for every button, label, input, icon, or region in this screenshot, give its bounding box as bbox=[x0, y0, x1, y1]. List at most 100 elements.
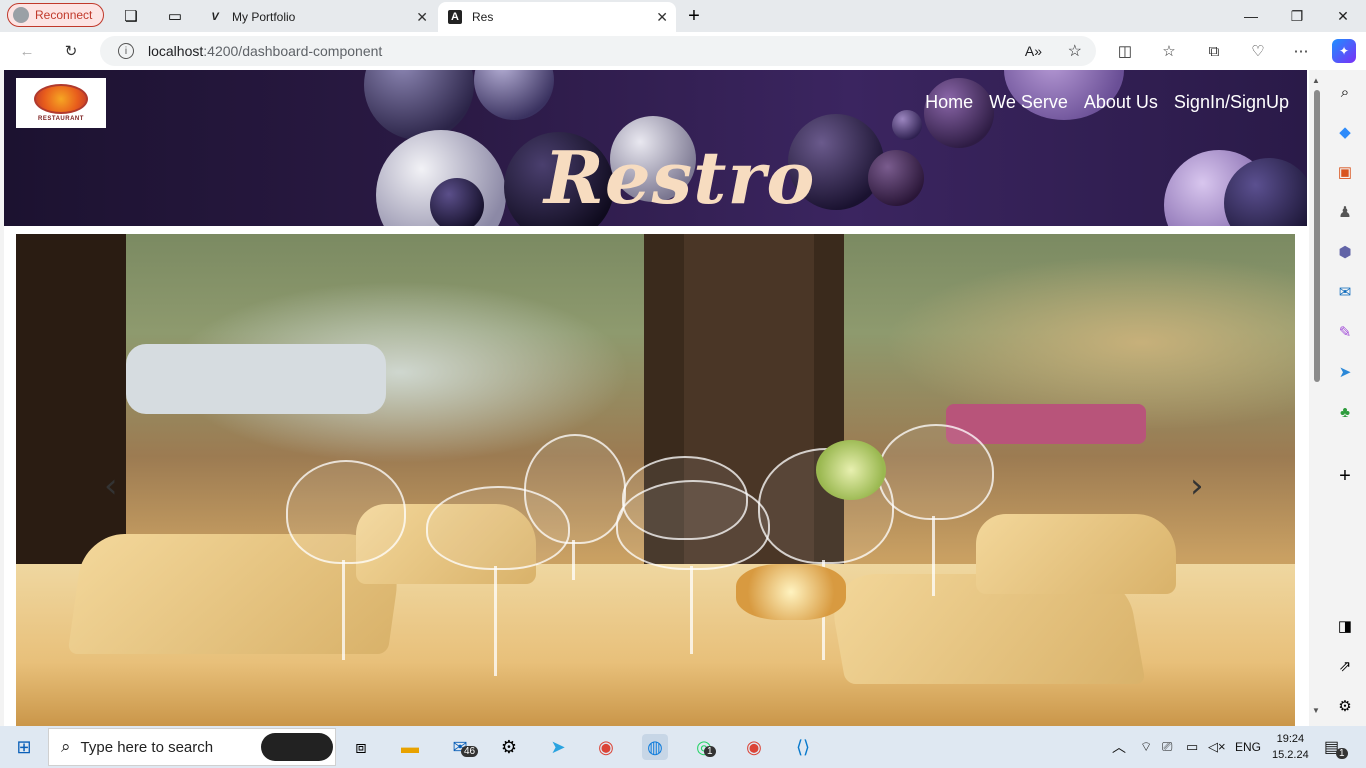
url-host: localhost bbox=[148, 43, 204, 59]
angular-icon: A bbox=[448, 10, 462, 24]
site-info-icon[interactable]: i bbox=[118, 43, 134, 59]
office-icon[interactable]: ⬢ bbox=[1335, 242, 1355, 262]
favorites-icon[interactable]: ☆ bbox=[1158, 40, 1180, 62]
vscode-icon[interactable]: ⟨⟩ bbox=[790, 734, 816, 760]
language-indicator[interactable]: ENG bbox=[1235, 726, 1261, 768]
main-nav: Home We Serve About Us SignIn/SignUp bbox=[925, 92, 1289, 113]
new-tab-icon[interactable]: + bbox=[681, 3, 707, 29]
nav-about-us-link[interactable]: About Us bbox=[1084, 92, 1158, 113]
settings-icon[interactable]: ⚙ bbox=[496, 734, 522, 760]
show-hidden-icons-icon[interactable]: ︿ bbox=[1112, 726, 1126, 768]
back-icon[interactable]: ← bbox=[16, 40, 38, 62]
glass-stem bbox=[342, 560, 345, 660]
flower-vase bbox=[816, 440, 886, 500]
restore-icon[interactable]: ❐ bbox=[1274, 0, 1320, 32]
volume-muted-icon[interactable]: ◁× bbox=[1208, 726, 1226, 768]
mail-badge: 46 bbox=[461, 746, 479, 757]
tree-icon[interactable]: ♣ bbox=[1335, 402, 1355, 422]
close-tab-icon[interactable]: ✕ bbox=[416, 9, 428, 26]
network-icon[interactable]: ⌔ bbox=[1140, 726, 1152, 768]
whatsapp-badge: 1 bbox=[704, 746, 716, 757]
tools-icon[interactable]: ▣ bbox=[1335, 162, 1355, 182]
glass-stem bbox=[494, 566, 497, 676]
scroll-up-icon[interactable]: ▲ bbox=[1312, 76, 1320, 85]
page-viewport: RESTAURANT Home We Serve About Us SignIn… bbox=[4, 70, 1309, 726]
profile-icon bbox=[13, 7, 29, 23]
minimize-icon[interactable]: — bbox=[1228, 0, 1274, 32]
url-field[interactable]: i localhost:4200/dashboard-component A» … bbox=[100, 36, 1096, 66]
hero-header: RESTAURANT Home We Serve About Us SignIn… bbox=[4, 70, 1307, 226]
chrome-icon[interactable]: ◉ bbox=[593, 734, 619, 760]
bubble-decoration bbox=[924, 78, 994, 148]
sidebar-toggle-icon[interactable]: ◨ bbox=[1335, 616, 1355, 636]
taskbar-search-input[interactable]: ⌕ Type here to search bbox=[48, 728, 336, 766]
page-scrollbar[interactable]: ▲ ▼ bbox=[1309, 70, 1325, 726]
refresh-icon[interactable]: ↻ bbox=[60, 40, 82, 62]
bubble-decoration bbox=[868, 150, 924, 206]
image-carousel: ‹ › bbox=[16, 234, 1295, 726]
more-menu-icon[interactable]: ⋯ bbox=[1290, 40, 1312, 62]
meet-now-icon[interactable]: ⎚ bbox=[1162, 726, 1172, 768]
notifications-icon[interactable]: ▤ bbox=[1324, 726, 1339, 768]
scroll-thumb[interactable] bbox=[1314, 90, 1320, 382]
copilot-icon[interactable]: ✦ bbox=[1332, 39, 1356, 63]
games-icon[interactable]: ♟ bbox=[1335, 202, 1355, 222]
candle bbox=[736, 564, 846, 620]
workspaces-icon[interactable]: ❏ bbox=[118, 3, 144, 29]
battery-icon[interactable]: ▭ bbox=[1186, 726, 1198, 768]
car-background bbox=[126, 344, 386, 414]
telegram-icon[interactable]: ➤ bbox=[545, 734, 571, 760]
bubble-decoration bbox=[364, 70, 474, 140]
wine-glass bbox=[286, 460, 406, 564]
wine-glass bbox=[878, 424, 994, 520]
address-bar: ← ↻ i localhost:4200/dashboard-component… bbox=[0, 32, 1366, 70]
scroll-down-icon[interactable]: ▼ bbox=[1312, 706, 1320, 715]
tab-my-portfolio[interactable]: V My Portfolio ✕ bbox=[198, 2, 436, 32]
split-screen-icon[interactable]: ◫ bbox=[1114, 40, 1136, 62]
chrome-profile-icon[interactable]: ◉ bbox=[741, 734, 767, 760]
tab-actions-icon[interactable]: ▭ bbox=[162, 3, 188, 29]
carousel-prev-icon[interactable]: ‹ bbox=[104, 466, 118, 506]
carousel-next-icon[interactable]: › bbox=[1190, 466, 1204, 506]
designer-icon[interactable]: ✎ bbox=[1335, 322, 1355, 342]
outlook-icon[interactable]: ✉ bbox=[1335, 282, 1355, 302]
tab-res[interactable]: A Res ✕ bbox=[438, 2, 676, 32]
portfolio-favicon-icon: V bbox=[211, 11, 219, 23]
edge-sidebar: ⌕ ◆ ▣ ♟ ⬢ ✉ ✎ ➤ ♣ + ◨ ⇗ ⚙ bbox=[1325, 70, 1366, 726]
send-icon[interactable]: ➤ bbox=[1335, 362, 1355, 382]
open-external-icon[interactable]: ⇗ bbox=[1335, 656, 1355, 676]
extensions-icon[interactable]: ♡ bbox=[1247, 40, 1269, 62]
favorite-star-icon[interactable]: ☆ bbox=[1068, 41, 1082, 61]
napkin bbox=[976, 514, 1176, 594]
wine-glass bbox=[616, 480, 770, 570]
shopping-tag-icon[interactable]: ◆ bbox=[1335, 122, 1355, 142]
edge-icon[interactable]: ◍ bbox=[642, 734, 668, 760]
bubble-decoration bbox=[892, 110, 922, 140]
brand-title: Restro bbox=[544, 135, 816, 220]
close-window-icon[interactable]: ✕ bbox=[1320, 0, 1366, 32]
settings-gear-icon[interactable]: ⚙ bbox=[1335, 696, 1355, 716]
logo-text: RESTAURANT bbox=[38, 116, 84, 122]
reconnect-button[interactable]: Reconnect bbox=[7, 3, 104, 27]
nav-signin-signup-link[interactable]: SignIn/SignUp bbox=[1174, 92, 1289, 113]
clock-date: 15.2.24 bbox=[1272, 749, 1309, 761]
close-tab-icon[interactable]: ✕ bbox=[656, 9, 668, 26]
search-placeholder: Type here to search bbox=[80, 738, 214, 756]
nav-home-link[interactable]: Home bbox=[925, 92, 973, 113]
task-view-icon[interactable]: ⧈ bbox=[348, 734, 374, 760]
search-icon[interactable]: ⌕ bbox=[1335, 82, 1355, 102]
copilot-search-badge[interactable] bbox=[261, 733, 333, 761]
clock-time: 19:24 bbox=[1276, 733, 1305, 745]
windows-start-icon[interactable]: ⊞ bbox=[11, 734, 37, 760]
glass-stem bbox=[690, 566, 693, 654]
nav-we-serve-link[interactable]: We Serve bbox=[989, 92, 1068, 113]
file-explorer-icon[interactable]: ▬ bbox=[397, 734, 423, 760]
wine-glass bbox=[524, 434, 626, 544]
clock[interactable]: 19:24 15.2.24 bbox=[1272, 731, 1309, 763]
collections-icon[interactable]: ⧉ bbox=[1203, 40, 1225, 62]
url-path: :4200/dashboard-component bbox=[203, 43, 383, 59]
read-aloud-icon[interactable]: A» bbox=[1025, 43, 1042, 59]
add-sidebar-app-icon[interactable]: + bbox=[1335, 465, 1355, 487]
restaurant-logo[interactable]: RESTAURANT bbox=[16, 78, 106, 128]
bubble-decoration bbox=[430, 178, 484, 226]
